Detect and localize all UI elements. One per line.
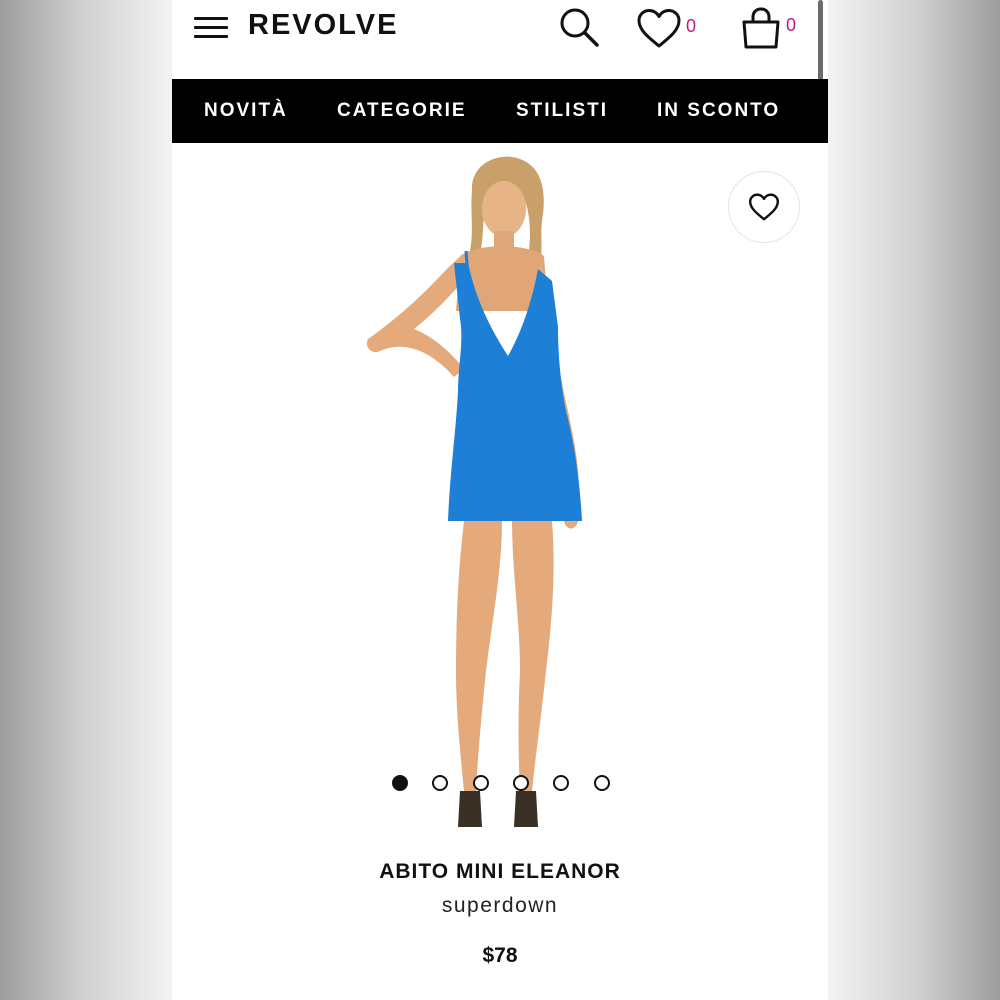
favorite-button[interactable] [728, 171, 800, 243]
wishlist-button[interactable]: 0 [636, 8, 706, 52]
carousel-dot-2[interactable] [432, 775, 448, 791]
carousel-dot-5[interactable] [553, 775, 569, 791]
logo[interactable]: REVOLVE [248, 9, 398, 42]
nav-item-novita[interactable]: NOVITÀ [204, 100, 288, 122]
carousel-dot-1[interactable] [392, 775, 408, 791]
heart-icon [748, 193, 780, 221]
nav-item-in-sconto[interactable]: IN SCONTO [657, 100, 780, 122]
nav-item-categorie[interactable]: CATEGORIE [337, 100, 467, 122]
carousel-dot-3[interactable] [473, 775, 489, 791]
carousel-indicators [392, 775, 612, 791]
category-nav: NOVITÀ CATEGORIE STILISTI IN SCONTO [172, 79, 828, 143]
header: REVOLVE 0 0 [172, 0, 828, 79]
wishlist-count: 0 [686, 16, 697, 36]
product-title: ABITO MINI ELEANOR [379, 860, 621, 883]
phone-screen: REVOLVE 0 0 NOVITÀ CATEGORIE STILISTI IN [172, 0, 828, 1000]
product-brand-link[interactable]: superdown [172, 894, 828, 918]
carousel-dot-4[interactable] [513, 775, 529, 791]
carousel-dot-6[interactable] [594, 775, 610, 791]
product-image-carousel[interactable] [172, 143, 828, 843]
heart-icon [637, 9, 681, 48]
hamburger-menu-icon[interactable] [194, 17, 228, 39]
nav-item-stilisti[interactable]: STILISTI [516, 100, 608, 122]
shopping-bag-button[interactable]: 0 [738, 5, 808, 53]
bag-count: 0 [786, 15, 797, 35]
product-price: $78 [482, 944, 518, 967]
search-icon[interactable] [558, 6, 602, 50]
shopping-bag-icon [742, 7, 780, 49]
product-photo [366, 156, 582, 827]
